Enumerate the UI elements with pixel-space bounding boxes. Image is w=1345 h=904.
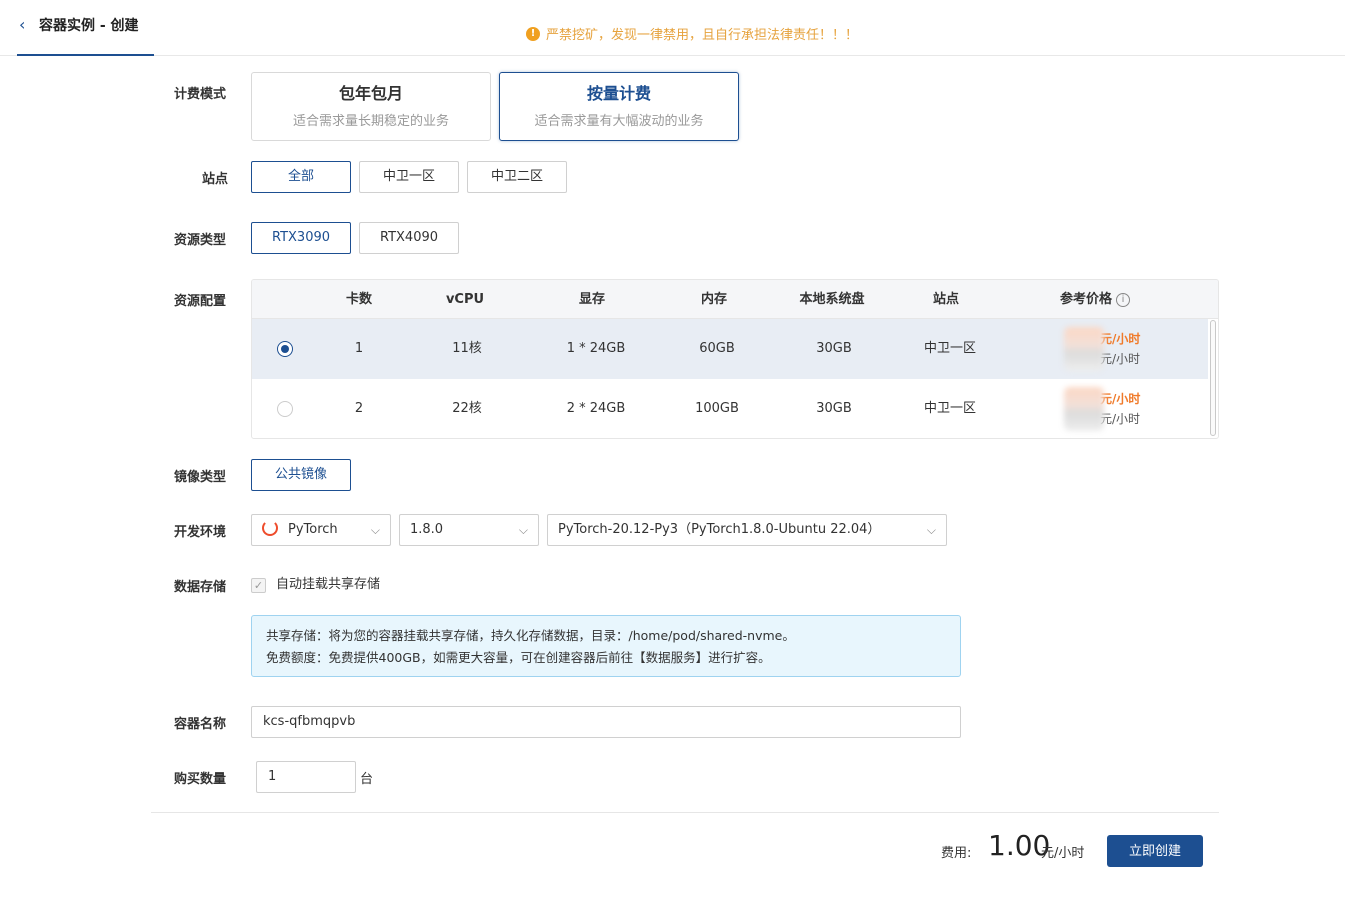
cell-cards: 2 bbox=[354, 401, 364, 416]
resource-type-label: 资源类型 bbox=[174, 233, 227, 248]
billing-option-payg[interactable]: 按量计费 适合需求量有大幅波动的业务 bbox=[499, 72, 739, 141]
column-header: 内存 bbox=[700, 292, 727, 307]
fee-unit: 元/小时 bbox=[1041, 846, 1085, 861]
site-option-zone1[interactable]: 中卫一区 bbox=[359, 161, 459, 193]
footer-divider bbox=[151, 812, 1219, 813]
chevron-down-icon: ⌵ bbox=[518, 523, 528, 537]
quantity-label: 购买数量 bbox=[174, 772, 227, 787]
resource-option-rtx3090[interactable]: RTX3090 bbox=[251, 222, 351, 254]
cell-disk: 30GB bbox=[816, 341, 852, 356]
cell-disk: 30GB bbox=[816, 401, 852, 416]
image-select[interactable]: PyTorch-20.12-Py3（PyTorch1.8.0-Ubuntu 22… bbox=[547, 514, 947, 546]
site-option-all[interactable]: 全部 bbox=[251, 161, 351, 193]
pytorch-icon bbox=[262, 520, 278, 536]
column-header: 卡数 bbox=[345, 292, 372, 307]
column-header: 参考价格 bbox=[1060, 292, 1113, 307]
quantity-input[interactable]: 1 bbox=[256, 761, 356, 793]
version-value: 1.8.0 bbox=[410, 522, 444, 537]
fee-label: 费用: bbox=[941, 846, 972, 861]
column-header: 站点 bbox=[932, 292, 959, 307]
shared-storage-label[interactable]: 自动挂载共享存储 bbox=[276, 576, 380, 594]
quantity-unit: 台 bbox=[360, 772, 374, 787]
container-name-label: 容器名称 bbox=[174, 717, 227, 732]
billing-option-title: 包年包月 bbox=[338, 84, 403, 103]
container-name-input[interactable]: kcs-qfbmqpvb bbox=[251, 706, 961, 738]
top-bar: ‹ 容器实例 - 创建 ! 严禁挖矿，发现一律禁用，且自行承担法律责任！！！ bbox=[0, 0, 1345, 56]
shared-storage-checkbox[interactable]: ✓ bbox=[251, 578, 266, 593]
framework-select[interactable]: PyTorch ⌵ bbox=[251, 514, 391, 546]
price-blur bbox=[1064, 387, 1104, 431]
warning-icon: ! bbox=[526, 26, 540, 41]
column-header: vCPU bbox=[445, 292, 485, 307]
dev-env-label: 开发环境 bbox=[174, 525, 227, 540]
image-value: PyTorch-20.12-Py3（PyTorch1.8.0-Ubuntu 22… bbox=[558, 522, 881, 537]
price-blur bbox=[1064, 327, 1104, 371]
table-row[interactable]: 2 22核 2 * 24GB 100GB 30GB 中卫一区 元/小时 元/小时 bbox=[252, 379, 1208, 438]
page-title: 容器实例 - 创建 bbox=[39, 18, 139, 34]
cell-memory: 100GB bbox=[695, 401, 739, 416]
cell-site: 中卫一区 bbox=[923, 401, 976, 416]
row-radio[interactable] bbox=[277, 401, 293, 417]
cell-vcpu: 11核 bbox=[452, 341, 482, 356]
billing-label: 计费模式 bbox=[174, 87, 227, 102]
billing-option-desc: 适合需求量长期稳定的业务 bbox=[292, 114, 449, 129]
chevron-down-icon: ⌵ bbox=[926, 523, 936, 537]
chevron-left-icon[interactable]: ‹ bbox=[19, 16, 35, 36]
price-header: 参考价格 i bbox=[1060, 280, 1180, 319]
column-header: 显存 bbox=[578, 292, 605, 307]
mining-warning: ! 严禁挖矿，发现一律禁用，且自行承担法律责任！！！ bbox=[526, 24, 858, 43]
row-radio[interactable] bbox=[277, 341, 293, 357]
framework-value: PyTorch bbox=[288, 522, 338, 537]
info-icon[interactable]: i bbox=[1116, 292, 1131, 307]
notice-line: 免费额度：免费提供400GB，如需更大容量，可在创建容器后前往【数据服务】进行扩… bbox=[266, 650, 771, 665]
billing-option-desc: 适合需求量有大幅波动的业务 bbox=[534, 114, 704, 129]
billing-option-yearly[interactable]: 包年包月 适合需求量长期稳定的业务 bbox=[251, 72, 491, 141]
resource-option-rtx4090[interactable]: RTX4090 bbox=[359, 222, 459, 254]
cell-memory: 60GB bbox=[699, 341, 735, 356]
image-type-label: 镜像类型 bbox=[174, 470, 227, 485]
column-header: 本地系统盘 bbox=[799, 292, 865, 307]
resource-config-label: 资源配置 bbox=[174, 294, 227, 309]
cell-site: 中卫一区 bbox=[923, 341, 976, 356]
cell-vcpu: 22核 bbox=[452, 401, 482, 416]
cell-vram: 2 * 24GB bbox=[566, 401, 626, 416]
cell-cards: 1 bbox=[354, 341, 364, 356]
storage-notice: 共享存储：将为您的容器挂载共享存储，持久化存储数据，目录：/home/pod/s… bbox=[251, 615, 961, 677]
storage-label: 数据存储 bbox=[174, 580, 227, 595]
version-select[interactable]: 1.8.0 ⌵ bbox=[399, 514, 539, 546]
back-tab[interactable]: ‹ 容器实例 - 创建 bbox=[17, 16, 154, 56]
cell-vram: 1 * 24GB bbox=[566, 341, 626, 356]
image-option-public[interactable]: 公共镜像 bbox=[251, 459, 351, 491]
table-row[interactable]: 1 11核 1 * 24GB 60GB 30GB 中卫一区 元/小时 元/小时 bbox=[252, 319, 1208, 379]
notice-line: 共享存储：将为您的容器挂载共享存储，持久化存储数据，目录：/home/pod/s… bbox=[266, 628, 795, 643]
warning-text: 严禁挖矿，发现一律禁用，且自行承担法律责任！！！ bbox=[546, 28, 859, 43]
table-header: 卡数 vCPU 显存 内存 本地系统盘 站点 参考价格 i bbox=[252, 280, 1218, 319]
resource-config-table: 卡数 vCPU 显存 内存 本地系统盘 站点 参考价格 i 1 11核 1 * 2… bbox=[251, 279, 1219, 439]
site-option-zone2[interactable]: 中卫二区 bbox=[467, 161, 567, 193]
create-button[interactable]: 立即创建 bbox=[1107, 835, 1203, 867]
chevron-down-icon: ⌵ bbox=[370, 523, 380, 537]
site-label: 站点 bbox=[202, 172, 229, 187]
table-scrollbar[interactable] bbox=[1210, 320, 1216, 436]
billing-option-title: 按量计费 bbox=[586, 84, 651, 103]
